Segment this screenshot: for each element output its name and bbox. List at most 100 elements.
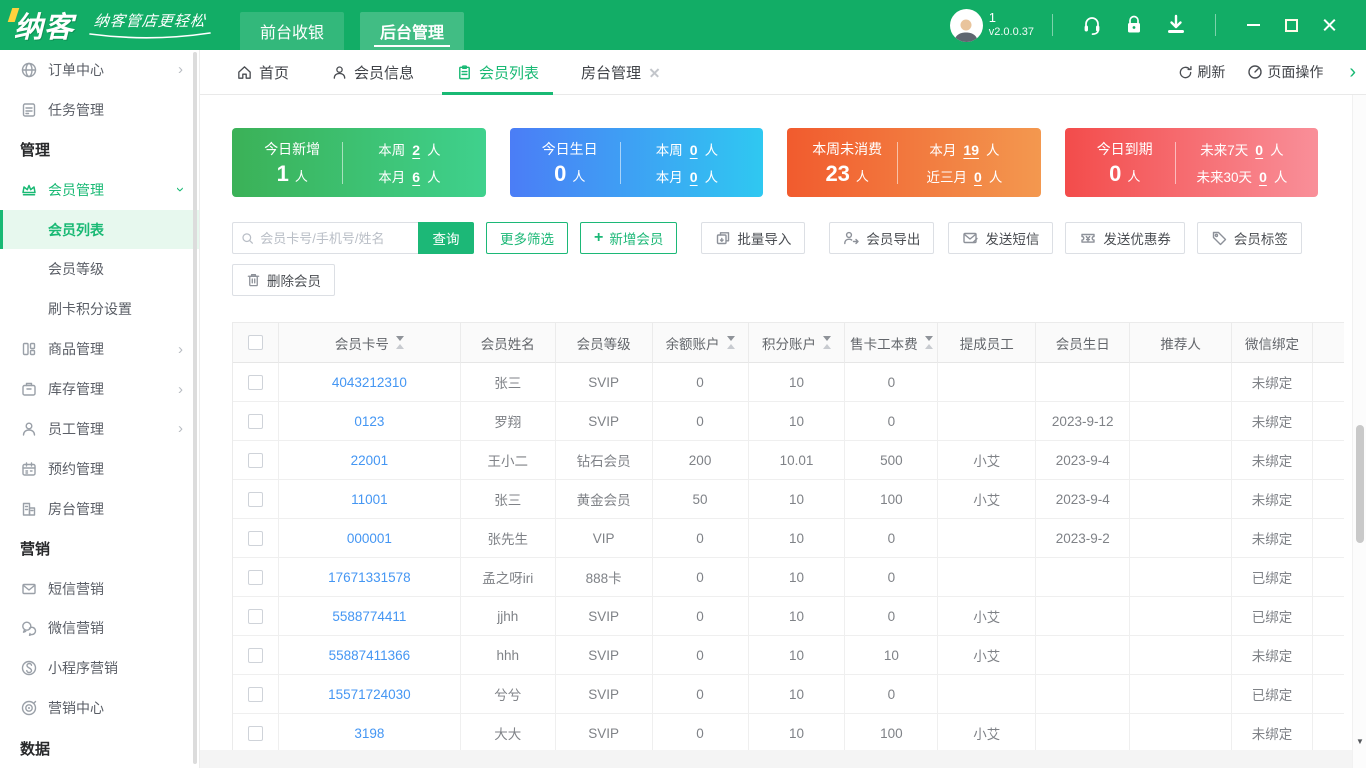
sort-icon[interactable] <box>924 336 933 349</box>
topnav-frontdesk[interactable]: 前台收银 <box>240 12 345 50</box>
col-card-no[interactable]: 会员卡号 <box>278 323 461 363</box>
sidebar-item-task-mgmt[interactable]: 任务管理 <box>0 90 199 130</box>
table-row[interactable]: 17671331578 孟之呀iri 888卡 0 10 0 已绑定 <box>233 558 1344 597</box>
sidebar-item-booking-mgmt[interactable]: 预约管理 <box>0 449 199 489</box>
stat-subvalue[interactable]: 0 <box>1259 169 1267 185</box>
window-maximize-button[interactable] <box>1272 8 1310 42</box>
sidebar-item-wechat-marketing[interactable]: 微信营销 <box>0 608 199 648</box>
tab-member-info[interactable]: 会员信息 <box>331 50 414 95</box>
row-checkbox[interactable] <box>247 686 263 702</box>
sidebar-item-member-level[interactable]: 会员等级 <box>0 249 199 289</box>
row-checkbox-cell[interactable] <box>233 441 279 480</box>
row-checkbox[interactable] <box>247 647 263 663</box>
support-headset-icon[interactable] <box>1071 14 1113 36</box>
member-card-link[interactable]: 55887411366 <box>329 648 411 663</box>
stat-subvalue[interactable]: 0 <box>690 169 698 185</box>
row-checkbox[interactable] <box>247 491 263 507</box>
send-sms-button[interactable]: 发送短信 <box>948 222 1054 254</box>
row-checkbox[interactable] <box>247 530 263 546</box>
delete-member-button[interactable]: 删除会员 <box>232 264 335 296</box>
row-checkbox[interactable] <box>247 725 263 741</box>
row-checkbox-cell[interactable] <box>233 558 279 597</box>
table-row[interactable]: 0123 罗翔 SVIP 0 10 0 2023-9-12 未绑定 <box>233 402 1344 441</box>
tab-room-mgmt[interactable]: 房台管理 <box>581 50 660 95</box>
stat-subvalue[interactable]: 0 <box>1255 142 1263 158</box>
scroll-down-arrow-icon[interactable]: ▼ <box>1353 737 1366 746</box>
row-checkbox-cell[interactable] <box>233 402 279 441</box>
member-card-link[interactable]: 15571724030 <box>328 687 411 702</box>
row-checkbox[interactable] <box>247 608 263 624</box>
tab-member-list[interactable]: 会员列表 <box>442 50 554 95</box>
row-checkbox-cell[interactable] <box>233 519 279 558</box>
stat-subvalue[interactable]: 2 <box>412 142 420 158</box>
col-points[interactable]: 积分账户 <box>748 323 846 363</box>
row-checkbox-cell[interactable] <box>233 714 279 753</box>
batch-import-button[interactable]: 批量导入 <box>701 222 806 254</box>
sort-icon[interactable] <box>726 336 735 349</box>
refresh-button[interactable]: 刷新 <box>1178 62 1225 82</box>
topnav-backoffice[interactable]: 后台管理 <box>360 12 465 50</box>
sidebar-item-marketing-center[interactable]: 营销中心 <box>0 688 199 728</box>
member-card-link[interactable]: 000001 <box>347 531 392 546</box>
tab-close-icon[interactable] <box>649 67 660 78</box>
col-card-fee[interactable]: 售卡工本费 <box>845 323 939 363</box>
search-input[interactable] <box>260 230 410 246</box>
vertical-scrollbar[interactable]: ▼ <box>1352 95 1366 768</box>
row-checkbox-cell[interactable] <box>233 480 279 519</box>
member-card-link[interactable]: 11001 <box>351 492 388 507</box>
table-row[interactable]: 4043212310 张三 SVIP 0 10 0 未绑定 <box>233 363 1344 402</box>
row-checkbox[interactable] <box>247 569 263 585</box>
member-card-link[interactable]: 0123 <box>354 414 384 429</box>
sidebar-item-staff-mgmt[interactable]: 员工管理 › <box>0 409 199 449</box>
row-checkbox[interactable] <box>247 452 263 468</box>
sidebar-item-goods-mgmt[interactable]: 商品管理 › <box>0 329 199 369</box>
col-balance[interactable]: 余额账户 <box>652 323 749 363</box>
member-card-link[interactable]: 17671331578 <box>328 570 411 585</box>
sidebar-item-card-points-setting[interactable]: 刷卡积分设置 <box>0 289 199 329</box>
send-coupon-button[interactable]: 发送优惠券 <box>1065 222 1185 254</box>
download-icon[interactable] <box>1155 14 1197 36</box>
sidebar-item-room-mgmt[interactable]: 房台管理 <box>0 489 199 529</box>
stat-subvalue[interactable]: 6 <box>412 169 420 185</box>
table-row[interactable]: 11001 张三 黄金会员 50 10 100 小艾 2023-9-4 未绑定 <box>233 480 1344 519</box>
page-ops-button[interactable]: 页面操作 <box>1247 62 1323 82</box>
select-all-checkbox[interactable] <box>247 335 263 350</box>
tab-home[interactable]: 首页 <box>236 50 289 95</box>
sidebar-item-inventory-mgmt[interactable]: 库存管理 › <box>0 369 199 409</box>
table-row[interactable]: 55887411366 hhh SVIP 0 10 10 小艾 未绑定 <box>233 636 1344 675</box>
table-row[interactable]: 3198 大大 SVIP 0 10 100 小艾 未绑定 <box>233 714 1344 753</box>
lock-icon[interactable] <box>1113 14 1155 36</box>
sort-icon[interactable] <box>822 336 831 349</box>
window-minimize-button[interactable] <box>1234 8 1272 42</box>
member-card-link[interactable]: 3198 <box>354 726 384 741</box>
row-checkbox[interactable] <box>247 374 263 390</box>
member-card-link[interactable]: 4043212310 <box>332 375 407 390</box>
search-button[interactable]: 查询 <box>418 222 474 254</box>
avatar[interactable] <box>949 8 983 42</box>
row-checkbox[interactable] <box>247 413 263 429</box>
stat-subvalue[interactable]: 0 <box>974 169 982 185</box>
sidebar-item-member-list[interactable]: 会员列表 <box>0 209 199 250</box>
vertical-scrollbar-thumb[interactable] <box>1356 425 1364 543</box>
tabbar-expand-chevron[interactable]: › <box>1345 62 1360 82</box>
more-filter-button[interactable]: 更多筛选 <box>486 222 568 254</box>
member-tag-button[interactable]: 会员标签 <box>1196 222 1302 254</box>
stat-subvalue[interactable]: 0 <box>690 142 698 158</box>
table-row[interactable]: 5588774411 jjhh SVIP 0 10 0 小艾 已绑定 <box>233 597 1344 636</box>
member-export-button[interactable]: 会员导出 <box>829 222 935 254</box>
row-checkbox-cell[interactable] <box>233 675 279 714</box>
stat-subvalue[interactable]: 19 <box>963 142 979 158</box>
window-close-button[interactable] <box>1310 8 1348 42</box>
member-card-link[interactable]: 5588774411 <box>332 609 406 624</box>
table-row[interactable]: 000001 张先生 VIP 0 10 0 2023-9-2 未绑定 <box>233 519 1344 558</box>
member-card-link[interactable]: 22001 <box>351 453 389 468</box>
sidebar-scrollbar[interactable] <box>193 52 197 764</box>
sort-icon[interactable] <box>395 336 404 349</box>
row-checkbox-cell[interactable] <box>233 597 279 636</box>
sidebar-item-miniapp-marketing[interactable]: 小程序营销 <box>0 648 199 688</box>
row-checkbox-cell[interactable] <box>233 363 279 402</box>
add-member-button[interactable]: + 新增会员 <box>580 222 678 254</box>
sidebar-item-sms-marketing[interactable]: 短信营销 <box>0 569 199 609</box>
select-all-cell[interactable] <box>233 323 279 363</box>
sidebar-item-order-center[interactable]: 订单中心 › <box>0 50 199 90</box>
